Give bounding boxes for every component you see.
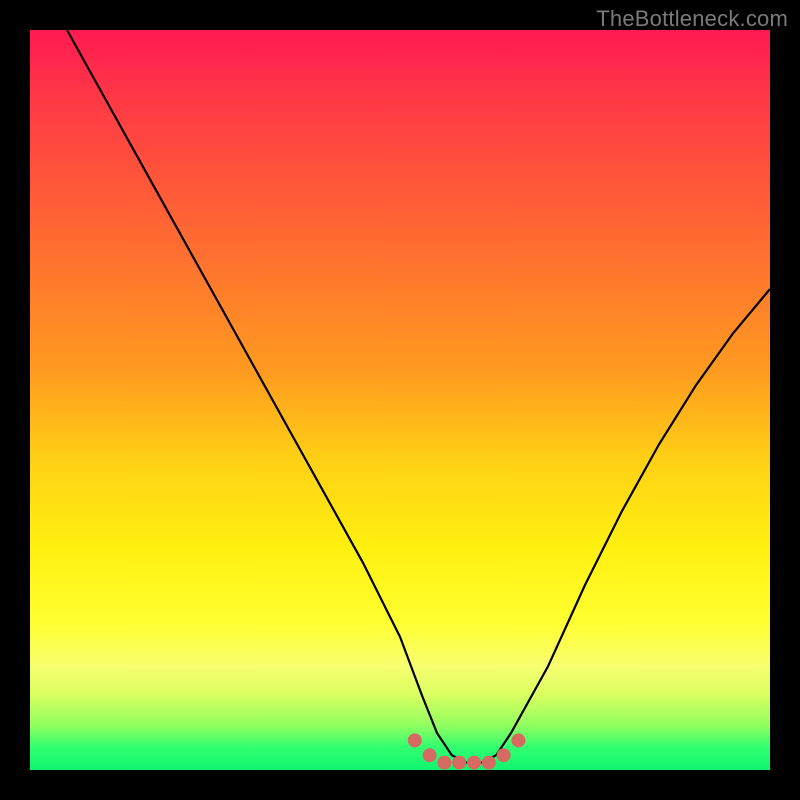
chart-frame: TheBottleneck.com xyxy=(0,0,800,800)
optimal-dot xyxy=(497,748,511,762)
optimal-dot xyxy=(511,733,525,747)
optimal-dot xyxy=(423,748,437,762)
optimal-dot xyxy=(437,756,451,770)
optimal-marker-dots xyxy=(30,30,770,770)
optimal-dot xyxy=(452,756,466,770)
optimal-dot xyxy=(482,756,496,770)
optimal-dot xyxy=(467,756,481,770)
plot-area xyxy=(30,30,770,770)
optimal-dot xyxy=(408,733,422,747)
watermark-text: TheBottleneck.com xyxy=(596,6,788,32)
